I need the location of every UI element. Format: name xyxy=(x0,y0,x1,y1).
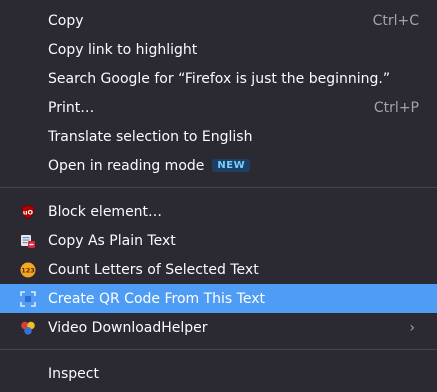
menu-item-label: Open in reading mode NEW xyxy=(48,157,251,174)
menu-item-search-google[interactable]: Search Google for “Firefox is just the b… xyxy=(0,64,437,93)
new-badge: NEW xyxy=(212,158,251,172)
menu-item-label: Block element… xyxy=(48,203,163,220)
svg-text:123: 123 xyxy=(21,266,35,274)
menu-item-inspect[interactable]: Inspect xyxy=(0,359,437,388)
menu-item-copy[interactable]: Copy Ctrl+C xyxy=(0,6,437,35)
menu-item-translate-selection[interactable]: Translate selection to English xyxy=(0,122,437,151)
count-letters-icon: 123 xyxy=(20,262,36,278)
menu-item-label: Create QR Code From This Text xyxy=(48,290,265,307)
menu-item-print[interactable]: Print… Ctrl+P xyxy=(0,93,437,122)
menu-item-copy-link-to-highlight[interactable]: Copy link to highlight xyxy=(0,35,437,64)
menu-item-label: Search Google for “Firefox is just the b… xyxy=(48,70,391,87)
menu-item-create-qr-code[interactable]: Create QR Code From This Text xyxy=(0,284,437,313)
menu-item-label: Translate selection to English xyxy=(48,128,253,145)
svg-text:uO: uO xyxy=(23,208,34,216)
menu-item-count-letters[interactable]: 123 Count Letters of Selected Text xyxy=(0,255,437,284)
context-menu: Copy Ctrl+C Copy link to highlight Searc… xyxy=(0,0,437,392)
menu-separator xyxy=(0,349,437,350)
menu-item-label: Video DownloadHelper xyxy=(48,319,208,336)
qr-code-icon xyxy=(20,290,36,307)
copy-plain-text-icon xyxy=(20,233,36,249)
ublock-origin-icon: uO xyxy=(20,204,36,220)
menu-item-label: Print… xyxy=(48,99,95,116)
menu-item-label: Inspect xyxy=(48,365,99,382)
menu-item-copy-as-plain-text[interactable]: Copy As Plain Text xyxy=(0,226,437,255)
menu-item-label-text: Open in reading mode xyxy=(48,157,205,174)
menu-item-open-reading-mode[interactable]: Open in reading mode NEW xyxy=(0,151,437,180)
menu-item-shortcut: Ctrl+C xyxy=(372,12,419,29)
menu-item-label: Copy As Plain Text xyxy=(48,232,176,249)
menu-item-video-downloadhelper[interactable]: Video DownloadHelper › xyxy=(0,313,437,342)
video-downloadhelper-icon xyxy=(20,320,36,336)
menu-item-block-element[interactable]: uO Block element… xyxy=(0,197,437,226)
menu-item-shortcut: Ctrl+P xyxy=(373,99,419,116)
menu-item-label: Copy link to highlight xyxy=(48,41,198,58)
menu-item-label: Copy xyxy=(48,12,84,29)
menu-separator xyxy=(0,187,437,188)
chevron-right-icon: › xyxy=(409,319,415,336)
menu-item-label: Count Letters of Selected Text xyxy=(48,261,259,278)
